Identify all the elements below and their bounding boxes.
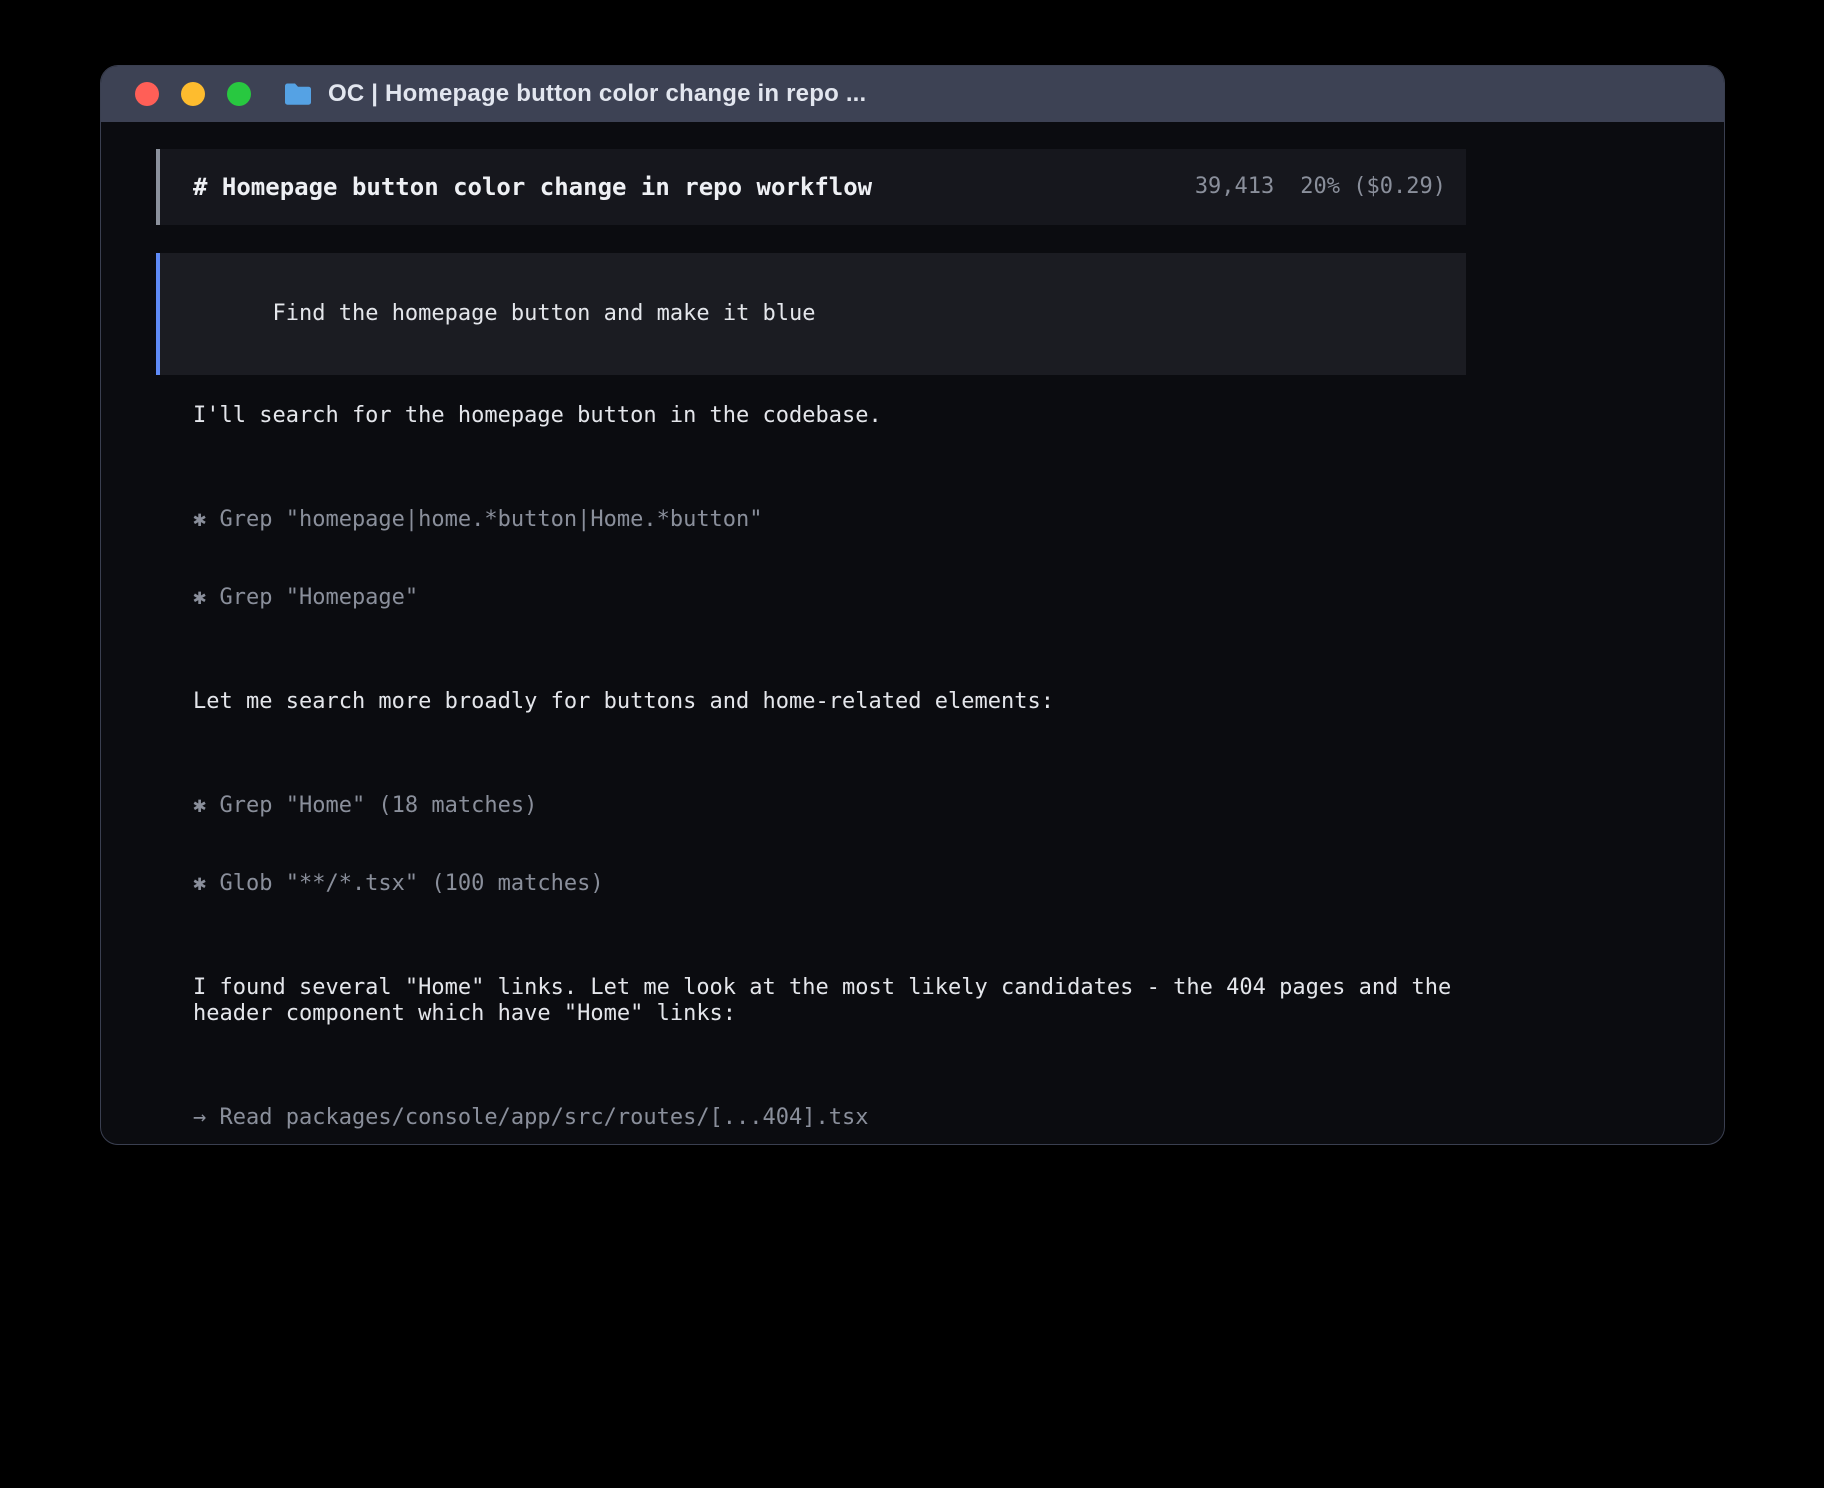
tool-call-line[interactable]: ✱ Glob "**/*.tsx" (100 matches) bbox=[193, 871, 1466, 897]
minimize-button[interactable] bbox=[181, 82, 205, 106]
conversation: I'll search for the homepage button in t… bbox=[156, 403, 1466, 1145]
user-message: Find the homepage button and make it blu… bbox=[156, 253, 1466, 375]
close-button[interactable] bbox=[135, 82, 159, 106]
window-title: OC | Homepage button color change in rep… bbox=[328, 80, 866, 108]
folder-icon bbox=[283, 82, 313, 106]
tool-call-line[interactable]: ✱ Grep "Home" (18 matches) bbox=[193, 793, 1466, 819]
user-message-text: Find the homepage button and make it blu… bbox=[272, 301, 815, 326]
token-count: 39,413 bbox=[1195, 174, 1274, 200]
terminal-content: # Homepage button color change in repo w… bbox=[101, 122, 1724, 1145]
session-header: # Homepage button color change in repo w… bbox=[156, 149, 1466, 225]
read-tool-group: → Read packages/console/app/src/routes/[… bbox=[193, 1053, 1466, 1145]
window-titlebar[interactable]: OC | Homepage button color change in rep… bbox=[101, 66, 1724, 122]
tool-call-line[interactable]: ✱ Grep "Homepage" bbox=[193, 585, 1466, 611]
titlebar-title-group: OC | Homepage button color change in rep… bbox=[283, 80, 866, 108]
terminal-window: OC | Homepage button color change in rep… bbox=[100, 65, 1725, 1145]
assistant-paragraph: I found several "Home" links. Let me loo… bbox=[193, 975, 1466, 1027]
read-line[interactable]: → Read packages/console/app/src/routes/[… bbox=[193, 1105, 1466, 1131]
zoom-button[interactable] bbox=[227, 82, 251, 106]
context-usage: 20% ($0.29) bbox=[1300, 174, 1446, 200]
tool-call-group: ✱ Grep "homepage|home.*button|Home.*butt… bbox=[193, 455, 1466, 663]
assistant-paragraph: Let me search more broadly for buttons a… bbox=[193, 689, 1466, 715]
tool-call-group: ✱ Grep "Home" (18 matches) ✱ Glob "**/*.… bbox=[193, 741, 1466, 949]
window-controls bbox=[135, 82, 251, 106]
session-title: # Homepage button color change in repo w… bbox=[193, 174, 872, 200]
tool-call-line[interactable]: ✱ Grep "homepage|home.*button|Home.*butt… bbox=[193, 507, 1466, 533]
assistant-paragraph: I'll search for the homepage button in t… bbox=[193, 403, 1466, 429]
session-meta: 39,413 20% ($0.29) bbox=[1195, 174, 1446, 200]
